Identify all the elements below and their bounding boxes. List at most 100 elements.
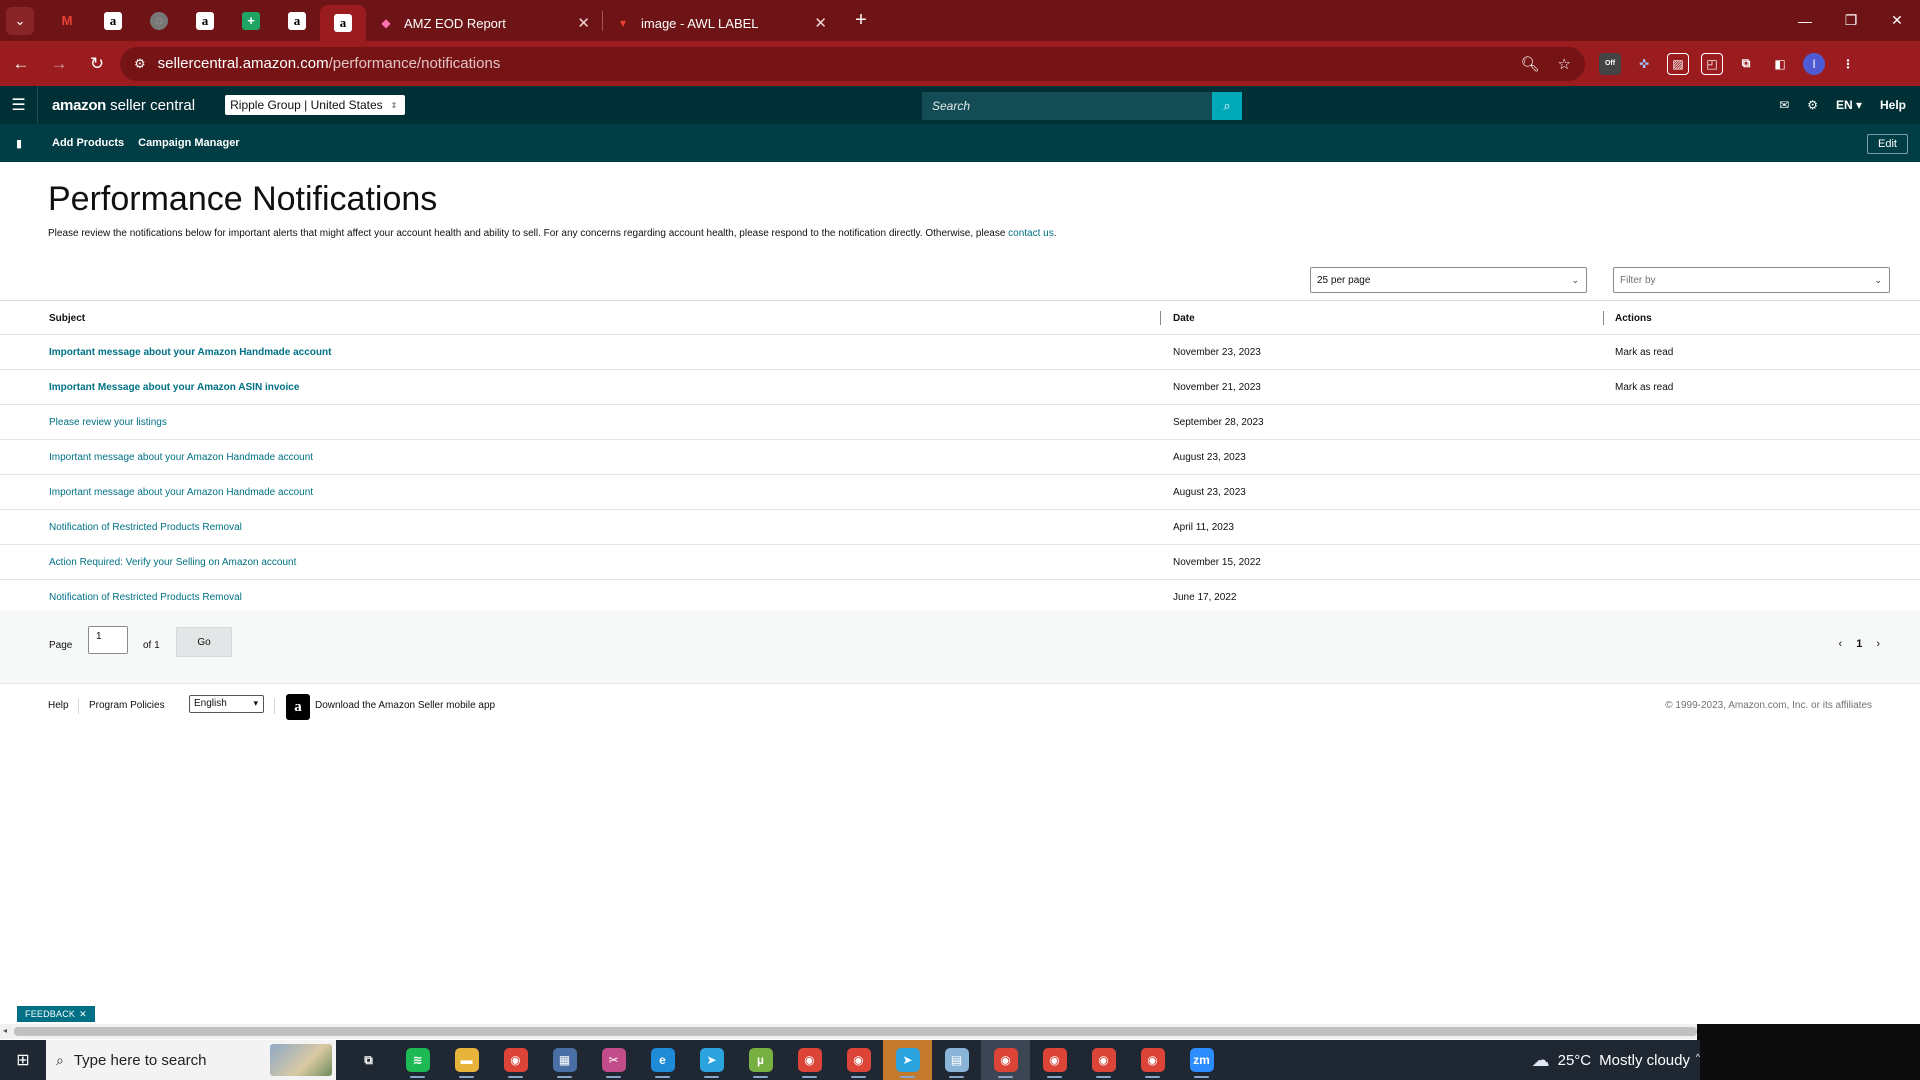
taskbar-app-telegram[interactable]: ➤ xyxy=(687,1040,736,1080)
taskbar-app-chrome-profile[interactable]: ◉ xyxy=(1030,1040,1079,1080)
minimize-icon[interactable]: — xyxy=(1782,0,1828,41)
forward-icon[interactable]: → xyxy=(42,47,76,81)
taskbar-app-chrome-profile[interactable]: ◉ xyxy=(981,1040,1030,1080)
taskbar-app-spotify[interactable]: ≋ xyxy=(393,1040,442,1080)
taskbar-app-task-view[interactable]: ⧉ xyxy=(344,1040,393,1080)
weather-widget[interactable]: ☁ 25°C Mostly cloudy xyxy=(1532,1040,1690,1080)
tab-amz-eod-report[interactable]: ◆ AMZ EOD Report ✕ xyxy=(366,5,602,41)
pinned-tab-amazon-active[interactable]: a xyxy=(320,5,366,41)
pinned-tab-sheets[interactable]: + xyxy=(228,0,274,41)
taskbar-search[interactable]: ⌕ Type here to search xyxy=(46,1040,336,1080)
close-window-icon[interactable]: ✕ xyxy=(1874,0,1920,41)
mark-as-read-link[interactable]: Mark as read xyxy=(1615,347,1673,358)
gear-icon[interactable]: ⚙ xyxy=(1807,98,1818,112)
subnav-campaign-manager[interactable]: Campaign Manager xyxy=(138,137,239,149)
footer-language-value: English xyxy=(194,698,227,709)
page-number-input[interactable]: 1 xyxy=(88,626,128,654)
taskbar-app-chrome-profile[interactable]: ◉ xyxy=(1128,1040,1177,1080)
taskbar-app-snipping[interactable]: ✂ xyxy=(589,1040,638,1080)
amazon-icon: a xyxy=(288,11,306,30)
notification-subject-link[interactable]: Important message about your Amazon Hand… xyxy=(49,452,313,463)
footer-language-select[interactable]: English ▾ xyxy=(189,695,264,713)
extension-frame-icon[interactable]: ◰ xyxy=(1701,52,1723,75)
extension-image-icon[interactable]: ▨ xyxy=(1667,52,1689,75)
new-tab-button[interactable]: + xyxy=(847,9,875,32)
taskbar-app-zoom[interactable]: zm xyxy=(1177,1040,1226,1080)
tab-image-awl-label[interactable]: ▾ image - AWL LABEL ✕ xyxy=(603,5,839,41)
filter-select[interactable]: Filter by ⌄ xyxy=(1613,267,1890,293)
bookmark-star-icon[interactable]: ☆ xyxy=(1558,55,1571,73)
side-panel-icon[interactable]: ◧ xyxy=(1769,53,1791,75)
edit-button[interactable]: Edit xyxy=(1867,134,1908,154)
taskbar-app-file-explorer[interactable]: ▬ xyxy=(442,1040,491,1080)
mail-icon[interactable]: ✉ xyxy=(1779,98,1789,112)
next-page-icon[interactable]: › xyxy=(1876,638,1880,650)
amazon-app-icon[interactable]: a xyxy=(286,694,310,720)
pinned-tab-gmail[interactable]: M xyxy=(44,0,90,41)
contact-us-link[interactable]: contact us xyxy=(1008,228,1054,239)
windows-start-icon[interactable]: ⊞ xyxy=(0,1040,46,1080)
column-date[interactable]: Date xyxy=(1173,313,1195,324)
taskbar-app-telegram[interactable]: ➤ xyxy=(883,1040,932,1080)
help-link[interactable]: Help xyxy=(1880,98,1906,112)
profile-avatar[interactable]: I xyxy=(1803,52,1825,75)
pinned-tab-amazon[interactable]: a xyxy=(90,0,136,41)
download-app-link[interactable]: Download the Amazon Seller mobile app xyxy=(315,700,495,711)
pinned-tab-amazon[interactable]: a xyxy=(182,0,228,41)
menu-dots-icon[interactable]: ⋮ xyxy=(1837,53,1859,75)
reload-icon[interactable]: ↻ xyxy=(80,47,114,81)
close-icon[interactable]: ✕ xyxy=(814,14,827,32)
search-icon: ⌕ xyxy=(56,1051,64,1068)
zoom-icon[interactable]: 🔍︎ xyxy=(1521,55,1540,73)
subnav-add-products[interactable]: Add Products xyxy=(52,137,124,149)
extension-puzzle-blue-icon[interactable]: ✜ xyxy=(1633,53,1655,75)
notification-subject-link[interactable]: Important message about your Amazon Hand… xyxy=(49,487,313,498)
bookmark-icon[interactable]: ▮ xyxy=(0,137,38,150)
notification-subject-link[interactable]: Important message about your Amazon Hand… xyxy=(49,347,331,358)
feedback-button[interactable]: FEEDBACK ✕ xyxy=(17,1006,95,1022)
pinned-tab-amazon[interactable]: a xyxy=(274,0,320,41)
tab-search-chevron-icon[interactable]: ⌄ xyxy=(6,6,34,35)
horizontal-scrollbar[interactable]: ◂ xyxy=(0,1024,1697,1039)
hamburger-menu-icon[interactable]: ☰ xyxy=(0,86,38,124)
taskbar-app-chrome-profile[interactable]: ◉ xyxy=(1079,1040,1128,1080)
site-info-icon[interactable]: ⚙ xyxy=(134,56,146,72)
seller-central-logo[interactable]: amazon seller central xyxy=(52,97,195,114)
taskbar-app-calculator[interactable]: ▦ xyxy=(540,1040,589,1080)
taskbar-app-chrome-profile[interactable]: ◉ xyxy=(834,1040,883,1080)
extension-off-icon[interactable]: Off xyxy=(1599,52,1621,75)
notification-subject-link[interactable]: Important Message about your Amazon ASIN… xyxy=(49,382,299,393)
extensions-puzzle-icon[interactable]: ⧉ xyxy=(1735,53,1757,75)
gmail-icon: M xyxy=(61,13,73,28)
column-subject[interactable]: Subject xyxy=(49,313,85,324)
notification-subject-link[interactable]: Please review your listings xyxy=(49,417,167,428)
taskbar-app-chrome-profile[interactable]: ◉ xyxy=(785,1040,834,1080)
mark-as-read-link[interactable]: Mark as read xyxy=(1615,382,1673,393)
taskbar-app-utorrent[interactable]: µ xyxy=(736,1040,785,1080)
footer-program-policies-link[interactable]: Program Policies xyxy=(89,700,165,711)
search-input[interactable] xyxy=(922,92,1212,120)
footer-help-link[interactable]: Help xyxy=(48,700,69,711)
current-page[interactable]: 1 xyxy=(1856,638,1862,650)
language-menu[interactable]: EN ▾ xyxy=(1836,98,1862,112)
go-button[interactable]: Go xyxy=(176,627,232,657)
close-icon[interactable]: ✕ xyxy=(79,1009,87,1020)
notification-subject-link[interactable]: Action Required: Verify your Selling on … xyxy=(49,557,296,568)
scroll-left-icon[interactable]: ◂ xyxy=(3,1026,7,1035)
close-icon[interactable]: ✕ xyxy=(577,14,590,32)
back-icon[interactable]: ← xyxy=(4,47,38,81)
restore-icon[interactable]: ❐ xyxy=(1828,0,1874,41)
notification-subject-link[interactable]: Notification of Restricted Products Remo… xyxy=(49,592,242,603)
notification-subject-link[interactable]: Notification of Restricted Products Remo… xyxy=(49,522,242,533)
taskbar-app-edge[interactable]: e xyxy=(638,1040,687,1080)
pinned-tab-globe[interactable]: ◌ xyxy=(136,0,182,41)
table-header: Subject Date Actions xyxy=(0,301,1920,335)
per-page-select[interactable]: 25 per page ⌄ xyxy=(1310,267,1587,293)
taskbar-app-notes[interactable]: ▤ xyxy=(932,1040,981,1080)
prev-page-icon[interactable]: ‹ xyxy=(1839,638,1843,650)
scrollbar-thumb[interactable] xyxy=(14,1027,1697,1036)
taskbar-app-chrome[interactable]: ◉ xyxy=(491,1040,540,1080)
search-icon[interactable]: ⌕ xyxy=(1212,92,1242,120)
address-bar[interactable]: ⚙ sellercentral.amazon.com/performance/n… xyxy=(120,46,1585,81)
account-switcher[interactable]: Ripple Group | United States ⇕ xyxy=(225,95,406,115)
